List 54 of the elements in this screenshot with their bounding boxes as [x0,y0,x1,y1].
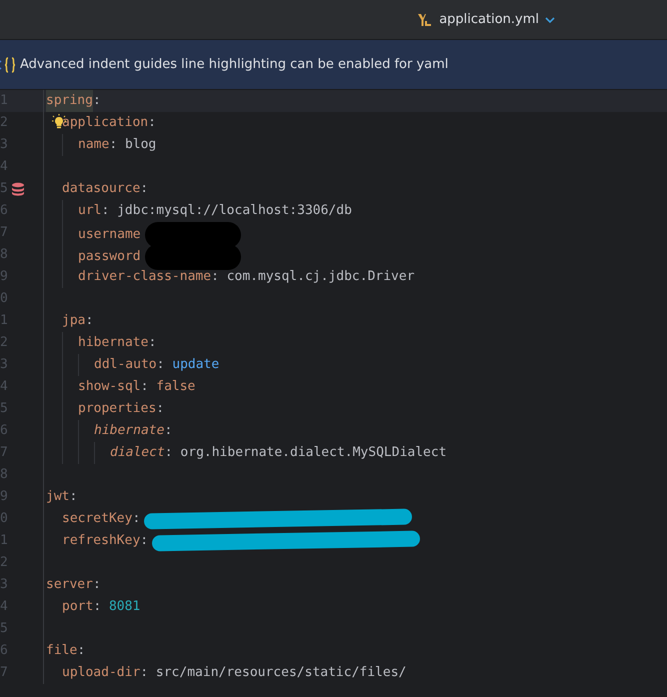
yaml-key: driver-class-name [78,266,212,288]
colon: : [156,356,164,374]
yaml-key: username [78,224,141,246]
yaml-value: org.hibernate.dialect.MySQLDialect [180,444,447,462]
yaml-value: blog [124,136,156,154]
colon: : [140,180,148,198]
yaml-key: properties [78,398,156,420]
yaml-value: 8081 [108,598,140,616]
yaml-key: password [78,246,141,268]
colon: : [148,334,156,352]
colon: : [164,422,172,440]
yaml-key: url [78,200,102,222]
yaml-key: hibernate [94,420,164,442]
colon: : [140,664,148,682]
colon: : [93,598,102,616]
colon: : [156,400,164,418]
yaml-file-icon [417,12,434,28]
yaml-key: refreshKey [62,530,140,552]
colon: : [148,114,156,132]
yaml-key: ddl-auto [94,354,157,376]
file-tab[interactable]: application.yml [415,8,557,32]
yaml-key: dialect [110,442,165,464]
yaml-key: datasource [62,178,140,200]
yaml-key: jpa [62,310,86,332]
yaml-value: update [172,356,220,374]
colon: : [132,510,140,528]
yaml-key: upload-dir [62,662,140,684]
banner-text: Advanced indent guides line highlighting can be enabled for yaml [20,57,448,72]
yaml-value: com.mysql.cj.jdbc.Driver [226,268,415,286]
yaml-value: jdbc:mysql://localhost:3306/db [117,202,352,220]
colon: : [140,378,148,396]
yaml-key: file [46,640,78,662]
colon: : [69,488,78,506]
yaml-key: jwt [46,486,70,508]
colon: : [77,642,86,660]
colon: : [85,312,94,330]
yaml-key: name [78,134,110,156]
colon: : [109,136,118,154]
yaml-key: port [62,596,94,618]
colon: : [211,268,219,286]
yaml-key: server [46,574,93,596]
yaml-value: false [156,378,196,396]
colon: : [164,444,173,462]
colon: : [92,92,101,110]
yaml-key: show-sql [78,376,141,398]
yaml-key: secretKey [62,508,132,530]
chevron-down-icon [545,16,555,24]
yaml-value: src/main/resources/static/files/ [156,664,406,682]
yaml-key: hibernate [78,332,148,354]
yaml-key: spring [46,90,93,112]
colon: : [101,202,110,220]
colon: : [92,576,101,594]
yaml-key: application [62,112,148,134]
colon: : [140,532,148,550]
